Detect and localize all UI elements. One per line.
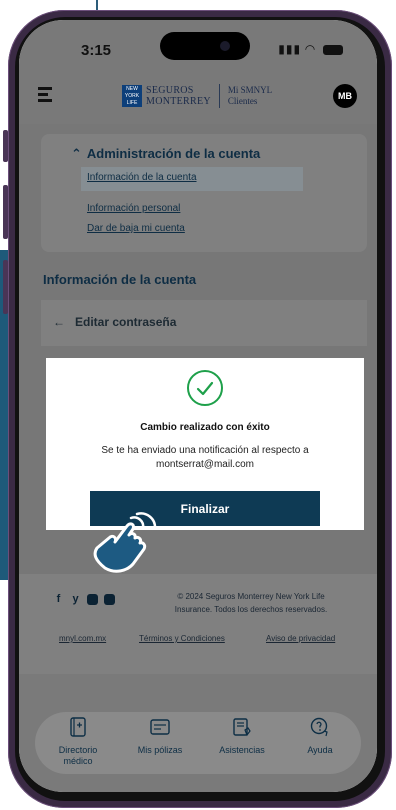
- chevron-up-icon: ⌃: [71, 146, 82, 161]
- copyright-line1: © 2024 Seguros Monterrey New York Life: [177, 592, 325, 601]
- nav-label-help: Ayuda: [307, 745, 333, 755]
- section-title: Información de la cuenta: [43, 272, 197, 287]
- help-icon: [310, 717, 328, 737]
- logo-text: SEGUROS MONTERREY: [146, 85, 211, 107]
- phone-side-button: [3, 130, 8, 162]
- copyright-text: © 2024 Seguros Monterrey New York Life I…: [151, 590, 351, 616]
- footer-link-terms[interactable]: Términos y Condiciones: [139, 634, 225, 643]
- account-menu-item-personal[interactable]: Información personal: [87, 203, 180, 214]
- account-menu-heading[interactable]: ⌃ Administración de la cuenta: [71, 146, 260, 162]
- policy-card-icon: [150, 719, 170, 735]
- battery-icon: [323, 44, 343, 55]
- bottom-nav: Directorio médico Mis pólizas Asistencia…: [35, 712, 361, 774]
- modal-body-line1: Se te ha enviado una notificación al res…: [101, 445, 309, 456]
- footer: f y © 2024 Seguros Monterrey New York Li…: [19, 574, 377, 674]
- arrow-left-icon: ←: [53, 315, 65, 329]
- modal-title: Cambio realizado con éxito: [140, 422, 270, 433]
- stage: 3:15 ▮▮▮ ◠ NEW YORK LIFE SEGUROS MONTERR…: [0, 0, 396, 810]
- nav-label-directory: Directorio: [58, 745, 98, 755]
- avatar[interactable]: MB: [333, 84, 357, 108]
- facebook-icon[interactable]: f: [53, 594, 64, 605]
- edit-password-label: ← Editar contraseña: [53, 315, 176, 329]
- modal-body-line2: montserrat@mail.com: [156, 459, 254, 470]
- account-menu-item-info[interactable]: Información de la cuenta: [81, 167, 303, 191]
- nav-item-help[interactable]: Ayuda: [285, 716, 355, 756]
- signal-icon: ▮▮▮: [278, 42, 302, 56]
- copyright-line2: Insurance. Todos los derechos reservados…: [174, 605, 328, 614]
- logo-subtitle: Mi SMNYL Clientes: [228, 85, 272, 107]
- book-icon: [70, 717, 86, 737]
- status-icons: ▮▮▮ ◠: [278, 42, 343, 56]
- nav-label-directory-2: médico: [63, 756, 93, 766]
- wifi-icon: ◠: [305, 42, 316, 56]
- brand-line1: SEGUROS: [146, 85, 194, 96]
- phone-side-button: [3, 185, 8, 239]
- instagram-icon[interactable]: [87, 594, 98, 605]
- nav-label-assistance: Asistencias: [219, 745, 265, 755]
- check-circle-icon: [187, 370, 223, 406]
- account-menu-card: ⌃ Administración de la cuenta Información…: [41, 134, 367, 252]
- account-menu-heading-text: Administración de la cuenta: [86, 146, 261, 161]
- nav-item-directory[interactable]: Directorio médico: [43, 716, 113, 767]
- edit-password-row[interactable]: ← Editar contraseña: [41, 300, 367, 346]
- sub-line1: Mi SMNYL: [227, 85, 273, 95]
- nav-item-assistance[interactable]: Asistencias: [207, 716, 277, 756]
- social-links: f y: [53, 594, 115, 605]
- logo-box: NEW YORK LIFE: [122, 85, 142, 107]
- footer-link-privacy[interactable]: Aviso de privacidad: [266, 634, 335, 643]
- menu-icon[interactable]: [38, 87, 52, 102]
- footer-link-site[interactable]: mnyl.com.mx: [59, 634, 106, 643]
- nav-item-policies[interactable]: Mis pólizas: [125, 716, 195, 756]
- brand-line2: MONTERREY: [146, 96, 211, 107]
- logo-separator: [218, 84, 220, 108]
- nav-label-policies: Mis pólizas: [137, 745, 183, 755]
- linkedin-icon[interactable]: [104, 594, 115, 605]
- phone-screen: 3:15 ▮▮▮ ◠ NEW YORK LIFE SEGUROS MONTERR…: [19, 20, 377, 792]
- brand-logo: NEW YORK LIFE SEGUROS MONTERREY Mi SMNYL…: [122, 82, 272, 110]
- bottom-area: Directorio médico Mis pólizas Asistencia…: [19, 674, 377, 792]
- status-time: 3:15: [81, 42, 112, 59]
- account-menu-item-deactivate[interactable]: Dar de baja mi cuenta: [87, 223, 185, 234]
- dynamic-island: [160, 32, 250, 60]
- app-header: NEW YORK LIFE SEGUROS MONTERREY Mi SMNYL…: [19, 68, 377, 124]
- camera-dot: [220, 41, 230, 51]
- edit-password-text: Editar contraseña: [75, 315, 177, 329]
- status-bar: 3:15 ▮▮▮ ◠: [19, 20, 377, 68]
- twitter-icon[interactable]: y: [70, 594, 81, 605]
- phone-side-button: [3, 260, 8, 314]
- sub-line2: Clientes: [227, 96, 258, 106]
- tap-hand-icon: [93, 512, 157, 573]
- assistance-icon: [233, 718, 251, 737]
- success-modal: Cambio realizado con éxito Se te ha envi…: [46, 358, 364, 530]
